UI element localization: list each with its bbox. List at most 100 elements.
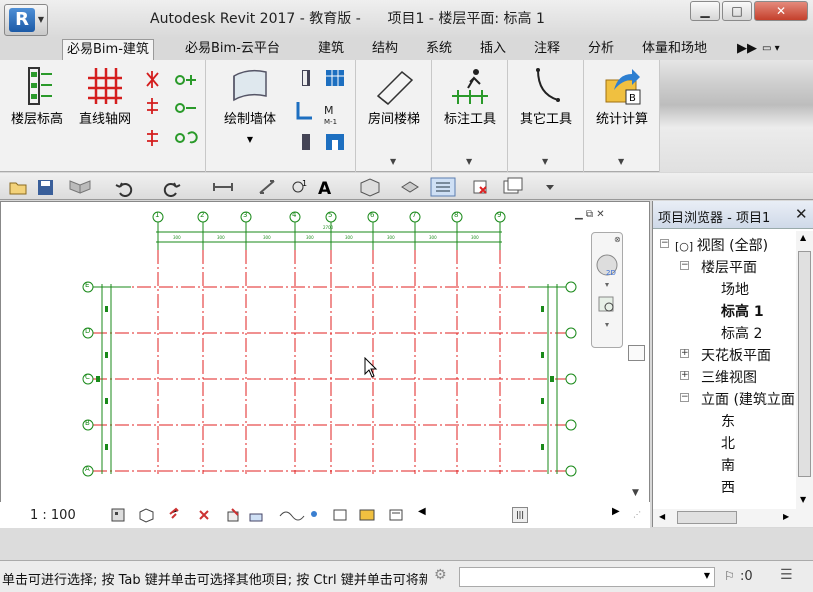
drawing-canvas[interactable]: 300 300 300 300 300 300 300 300 2700 1 2 3 4 5… <box>0 201 650 527</box>
scroll-up-icon[interactable]: ▲ <box>800 233 806 242</box>
navigation-bar[interactable]: ⊗ 2D <box>591 232 623 348</box>
chevron-left-icon[interactable]: ◀ <box>418 506 426 517</box>
tree-node-west[interactable]: 西 <box>721 477 735 497</box>
wall-icon <box>233 69 267 102</box>
close-icon[interactable]: ✕ <box>795 205 808 223</box>
svg-text:B: B <box>629 93 636 104</box>
chevron-down-icon: ▼ <box>37 15 44 24</box>
other-tools-button[interactable]: 其它工具 <box>512 66 580 127</box>
grid-button[interactable]: 直线轴网 <box>74 66 136 127</box>
chevron-down-icon[interactable]: ▼ <box>466 157 472 166</box>
resize-grip-icon[interactable]: ⋰ <box>633 510 641 519</box>
tree-node-level-1[interactable]: 标高 1 <box>721 301 764 321</box>
grid-label: 4 <box>292 211 297 219</box>
annotation-tools-button[interactable]: 标注工具 <box>436 66 504 127</box>
svg-text:2D: 2D <box>606 269 616 277</box>
svg-text:300: 300 <box>173 235 181 240</box>
svg-text:M-1: M-1 <box>324 118 337 126</box>
expand-icon[interactable]: + <box>680 349 689 358</box>
scroll-down-icon[interactable]: ▼ <box>632 488 639 498</box>
draw-wall-button[interactable]: 绘制墙体 ▼ <box>214 66 286 144</box>
ribbon-options-icon[interactable]: ▭ ▾ <box>758 39 784 60</box>
tab-bim-cloud[interactable]: 必易Bim-云平台 <box>181 39 284 60</box>
grid-label: 6 <box>370 211 375 219</box>
svg-text:300: 300 <box>306 235 314 240</box>
browser-horizontal-scrollbar[interactable]: ◀ ▶ <box>653 509 813 527</box>
tab-systems[interactable]: 系统 <box>422 39 456 60</box>
annotation-tools-label: 标注工具 <box>443 112 496 127</box>
chevron-down-icon[interactable]: ▼ <box>542 157 548 166</box>
maximize-button[interactable]: □ <box>722 1 752 21</box>
statistics-label: 统计计算 <box>595 112 648 127</box>
browser-vertical-scrollbar[interactable]: ▲ ▼ <box>796 231 813 509</box>
view-scale[interactable]: 1 : 100 <box>30 508 76 523</box>
view-window-controls[interactable]: ▁ ⧉ ✕ <box>575 209 605 220</box>
filter-icon[interactable]: ⚐ <box>724 569 735 583</box>
stair-icon <box>376 70 414 106</box>
chevron-down-icon[interactable]: ▼ <box>390 157 396 166</box>
panel-wall: 绘制墙体 ▼ M M-1 <box>206 60 356 172</box>
chevron-down-icon[interactable]: ▼ <box>618 157 624 166</box>
project-browser-header: 项目浏览器 - 项目1 ✕ <box>653 201 813 229</box>
tree-node-east[interactable]: 东 <box>721 411 735 431</box>
scroll-right-icon[interactable]: ▶ <box>783 512 789 521</box>
tab-structure[interactable]: 结构 <box>368 39 402 60</box>
tree-node-level-2[interactable]: 标高 2 <box>721 323 762 343</box>
grid-label: E <box>85 281 90 289</box>
svg-text:300: 300 <box>429 235 437 240</box>
small-tools-icon[interactable] <box>144 68 200 156</box>
ribbon-tabs: 必易Bim-建筑 必易Bim-云平台 建筑 结构 系统 插入 注释 分析 体量和… <box>0 38 813 60</box>
chevron-right-icon[interactable]: ▶ <box>612 506 620 517</box>
svg-text:300: 300 <box>345 235 353 240</box>
worksets-icon[interactable]: ⚙ <box>434 567 447 583</box>
tab-overflow-icon[interactable]: ▶▶ <box>733 39 761 60</box>
room-stair-button[interactable]: 房间楼梯 <box>360 66 428 127</box>
filter-list-icon[interactable]: ☰ <box>780 567 793 583</box>
view-control-bar: 1 : 100 ◀ ▶ ⋰ <box>0 502 650 528</box>
tab-insert[interactable]: 插入 <box>476 39 510 60</box>
statistics-button[interactable]: B 统计计算 <box>588 66 656 127</box>
grid-button-label: 直线轴网 <box>78 112 131 127</box>
tree-node-ceiling-plans[interactable]: 天花板平面 <box>701 345 771 365</box>
horizontal-scroll-thumb[interactable]: ||| <box>512 507 528 523</box>
tab-architecture[interactable]: 建筑 <box>314 39 348 60</box>
tab-annotate[interactable]: 注释 <box>530 39 564 60</box>
scroll-down-icon[interactable]: ▼ <box>800 495 806 504</box>
tree-node-3d-views[interactable]: 三维视图 <box>701 367 757 387</box>
tree-node-north[interactable]: 北 <box>721 433 735 453</box>
svg-text:300: 300 <box>471 235 479 240</box>
steering-wheel-icon[interactable]: ⊗ 2D <box>592 233 624 349</box>
tab-bim-architecture[interactable]: 必易Bim-建筑 <box>62 39 154 60</box>
tree-node-elevations[interactable]: 立面 (建筑立面 <box>701 389 795 409</box>
quick-access-icons[interactable]: 1 A <box>6 177 566 197</box>
minimize-button[interactable]: ▁ <box>690 1 720 21</box>
collapse-icon[interactable]: − <box>680 261 689 270</box>
collapse-icon[interactable]: − <box>660 239 669 248</box>
close-button[interactable]: ✕ <box>754 1 808 21</box>
wall-tools-icon[interactable]: MM-1 <box>294 68 352 156</box>
panel-annotate: 标注工具 ▼ <box>432 60 508 172</box>
svg-text:300: 300 <box>217 235 225 240</box>
svg-text:A: A <box>318 179 332 197</box>
expand-icon[interactable]: + <box>680 371 689 380</box>
menu-icon[interactable] <box>628 345 645 361</box>
application-menu-button[interactable]: R ▼ <box>4 4 48 36</box>
tree-node-views-all[interactable]: [○] 视图 (全部) <box>675 235 768 255</box>
quick-access-toolbar: 1 A <box>0 173 813 200</box>
floor-plan-drawing[interactable]: 300 300 300 300 300 300 300 300 2700 <box>1 202 651 502</box>
scroll-thumb[interactable] <box>798 251 811 477</box>
level-button[interactable]: 楼层标高 <box>6 66 68 127</box>
scroll-thumb[interactable] <box>677 511 737 524</box>
curve-icon <box>536 68 560 102</box>
collapse-icon[interactable]: − <box>680 393 689 402</box>
tab-analyze[interactable]: 分析 <box>584 39 618 60</box>
scroll-left-icon[interactable]: ◀ <box>659 512 665 521</box>
tree-node-floor-plans[interactable]: 楼层平面 <box>701 257 757 277</box>
tree-node-site[interactable]: 场地 <box>721 279 749 299</box>
tree-node-south[interactable]: 南 <box>721 455 735 475</box>
grid-label: 9 <box>497 211 502 219</box>
view-control-icons[interactable] <box>110 506 410 524</box>
project-browser: 项目浏览器 - 项目1 ✕ − [○] 视图 (全部) − 楼层平面 场地 标高… <box>652 201 813 527</box>
status-dropdown[interactable]: ▼ <box>459 567 715 587</box>
tab-massing-site[interactable]: 体量和场地 <box>638 39 711 60</box>
